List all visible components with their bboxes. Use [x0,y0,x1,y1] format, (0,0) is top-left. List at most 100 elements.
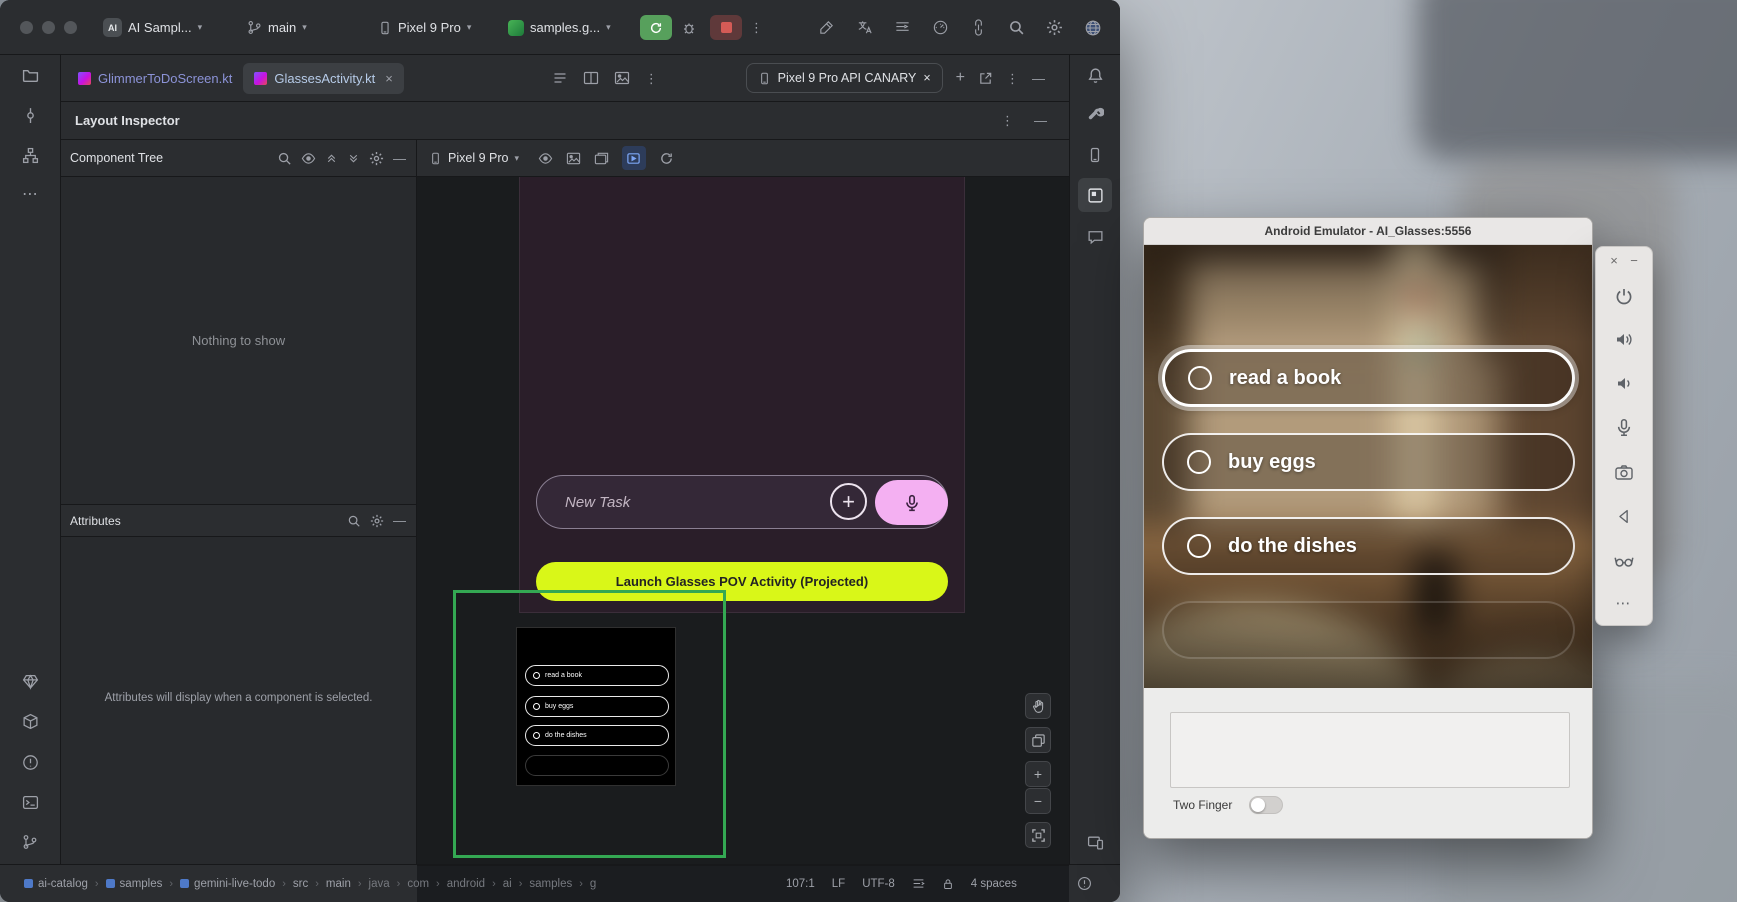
commit-tool-icon[interactable] [13,98,47,132]
profiler-icon[interactable] [932,19,949,36]
add-device-icon[interactable]: + [956,70,965,86]
hide-panel-icon[interactable]: — [1032,72,1045,85]
breadcrumb-item[interactable]: samples [529,878,572,890]
tree-minimize-icon[interactable]: — [393,152,406,165]
breadcrumb-item[interactable]: ai-catalog [24,878,88,890]
run-more-menu[interactable]: ⋮ [750,13,763,42]
breadcrumb-item[interactable]: main [326,878,351,890]
version-control-tool-icon[interactable] [13,825,47,859]
search-icon[interactable] [347,514,361,528]
snapshot-icon[interactable] [566,151,581,166]
checkbox-circle-icon[interactable] [1187,450,1211,474]
indent-ruler-icon[interactable] [912,877,925,890]
search-everywhere-icon[interactable] [1008,19,1025,36]
pan-hand-icon[interactable] [1025,693,1051,719]
globe-icon[interactable] [1084,19,1102,37]
volume-down-icon[interactable] [1614,374,1634,399]
device-kebab-icon[interactable]: ⋮ [1006,72,1019,85]
two-finger-toggle[interactable] [1249,796,1283,814]
attributes-gear-icon[interactable] [370,514,384,528]
project-tool-icon[interactable] [13,58,47,92]
tab-glimmertodoscreen[interactable]: GlimmerToDoScreen.kt [67,63,243,94]
voice-input-button[interactable] [875,480,948,525]
terminal-tool-icon[interactable] [13,785,47,819]
more-options-icon[interactable]: ⋯ [1616,594,1633,612]
device-manager-icon[interactable] [1078,138,1112,172]
close-tab-icon[interactable]: × [385,71,393,86]
panel-kebab-icon[interactable]: ⋮ [1001,114,1014,127]
layout-validation-icon[interactable] [818,19,835,36]
app-insights-chat-icon[interactable] [1078,219,1112,253]
expand-all-icon[interactable] [325,152,338,165]
view-options-eye-icon[interactable] [538,151,553,166]
zoom-in-icon[interactable]: + [1025,761,1051,787]
device-streaming-icon[interactable] [970,19,987,36]
zoom-out-icon[interactable]: − [1025,788,1051,814]
power-icon[interactable] [1614,287,1634,312]
checkbox-circle-icon[interactable] [1188,366,1212,390]
refresh-icon[interactable] [659,151,674,166]
camera-icon[interactable] [1614,463,1634,488]
zoom-window-button[interactable] [64,21,77,34]
editor-list-icon[interactable] [552,70,568,86]
running-device-tab[interactable]: Pixel 9 Pro API CANARY × [746,63,943,93]
logcat-icon[interactable] [894,19,911,36]
emulator-minimize-icon[interactable]: − [1626,253,1642,268]
view-options-eye-icon[interactable] [301,151,316,166]
target-device-selector[interactable]: Pixel 9 Pro ▾ [378,13,471,42]
checkbox-circle-icon[interactable] [1187,534,1211,558]
panel-minimize-icon[interactable]: — [1034,114,1047,127]
add-task-button[interactable]: + [830,483,867,520]
open-in-window-icon[interactable] [978,71,993,86]
editor-kebab-icon[interactable]: ⋮ [645,72,658,85]
structure-tool-icon[interactable] [13,138,47,172]
lock-icon[interactable] [942,878,954,890]
indent-widget[interactable]: 4 spaces [971,878,1017,890]
breadcrumb-item[interactable]: com [407,878,429,890]
attributes-minimize-icon[interactable]: — [393,514,406,527]
emulator-close-icon[interactable]: × [1606,253,1622,268]
collapse-all-icon[interactable] [347,152,360,165]
settings-gear-icon[interactable] [1046,19,1063,36]
inspector-device-selector[interactable]: Pixel 9 Pro ▾ [429,151,519,165]
debug-button[interactable] [681,13,697,42]
breadcrumb-item[interactable]: java [369,878,390,890]
encoding-widget[interactable]: UTF-8 [862,878,895,890]
status-warning-icon[interactable] [1077,876,1092,891]
mic-icon[interactable] [1615,418,1634,442]
search-icon[interactable] [277,151,292,166]
emulator-camera-view[interactable]: read a book buy eggs do the dishes [1144,245,1592,688]
emulator-text-input[interactable] [1170,712,1570,788]
layers-icon[interactable] [1025,727,1051,753]
gem-tool-icon[interactable] [13,664,47,698]
layout-inspector-tool-icon[interactable] [1078,178,1112,212]
rerun-button[interactable] [640,15,672,40]
notifications-bell-icon[interactable] [1078,58,1112,92]
todo-pill-read-a-book[interactable]: read a book [1162,349,1575,407]
export-snapshot-icon[interactable] [594,151,609,166]
run-configuration-selector[interactable]: samples.g... ▾ [508,13,611,42]
build-tool-icon[interactable] [13,704,47,738]
close-device-tab-icon[interactable]: × [923,71,930,85]
device-mirror-icon[interactable] [1078,825,1112,859]
close-window-button[interactable] [20,21,33,34]
minimize-window-button[interactable] [42,21,55,34]
vcs-branch-selector[interactable]: main ▾ [247,13,307,42]
breadcrumb-item[interactable]: samples [106,878,163,890]
preview-icon[interactable] [614,70,630,86]
project-selector[interactable]: AI AI Sampl... ▾ [103,13,202,42]
breadcrumb-item[interactable]: src [293,878,308,890]
line-separator-widget[interactable]: LF [832,878,845,890]
todo-pill-do-the-dishes[interactable]: do the dishes [1162,517,1575,575]
tab-glassesactivity[interactable]: GlassesActivity.kt × [243,63,403,94]
cursor-position-widget[interactable]: 107:1 [786,878,815,890]
tree-settings-gear-icon[interactable] [369,151,384,166]
live-updates-toggle-icon[interactable] [622,146,646,170]
todo-pill-buy-eggs[interactable]: buy eggs [1162,433,1575,491]
zoom-fit-icon[interactable] [1025,822,1051,848]
split-editor-icon[interactable] [583,70,599,86]
breadcrumb-item[interactable]: android [447,878,485,890]
stop-button[interactable] [710,15,742,40]
problems-tool-icon[interactable] [13,745,47,779]
breadcrumb-item[interactable]: gemini-live-todo [180,878,275,890]
